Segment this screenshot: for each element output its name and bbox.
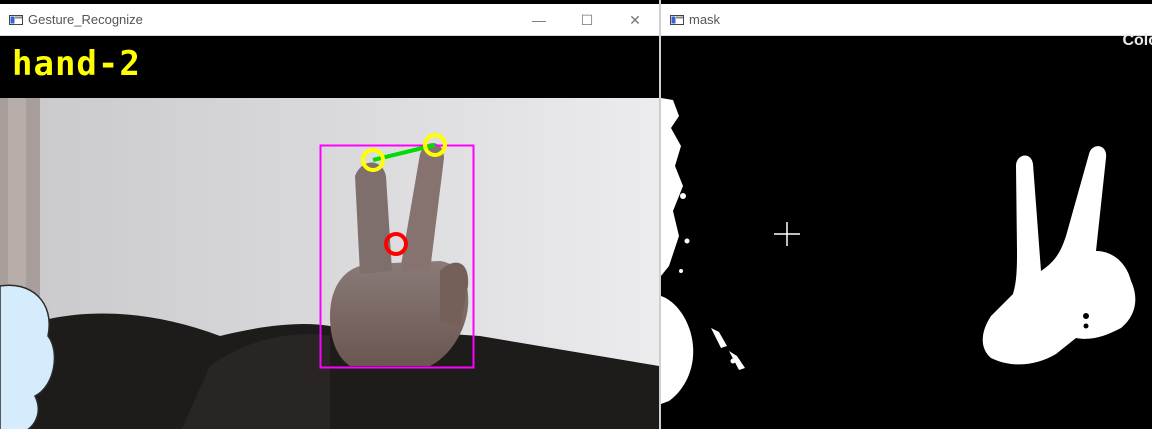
mask-frame: Colo	[661, 32, 1152, 429]
close-button[interactable]: ✕	[620, 8, 650, 32]
window-title: Gesture_Recognize	[28, 12, 143, 27]
mask-window: mask Colo	[661, 4, 1152, 429]
app-window-icon	[9, 15, 23, 25]
camera-feed-image	[0, 36, 659, 429]
window-title-bar[interactable]: Gesture_Recognize — ☐ ✕	[0, 4, 659, 36]
window-title: mask	[689, 12, 721, 27]
gesture-recognize-window: Gesture_Recognize — ☐ ✕ hand-2	[0, 4, 659, 429]
mask-image	[661, 36, 1152, 429]
camera-frame: hand-2	[0, 36, 659, 429]
window-title-bar[interactable]: mask	[661, 4, 1152, 36]
gesture-label: hand-2	[12, 44, 141, 84]
maximize-button[interactable]: ☐	[572, 8, 602, 32]
minimize-button[interactable]: —	[524, 8, 554, 32]
color-overlay-label: Colo	[1122, 32, 1152, 49]
app-window-icon	[670, 15, 684, 25]
